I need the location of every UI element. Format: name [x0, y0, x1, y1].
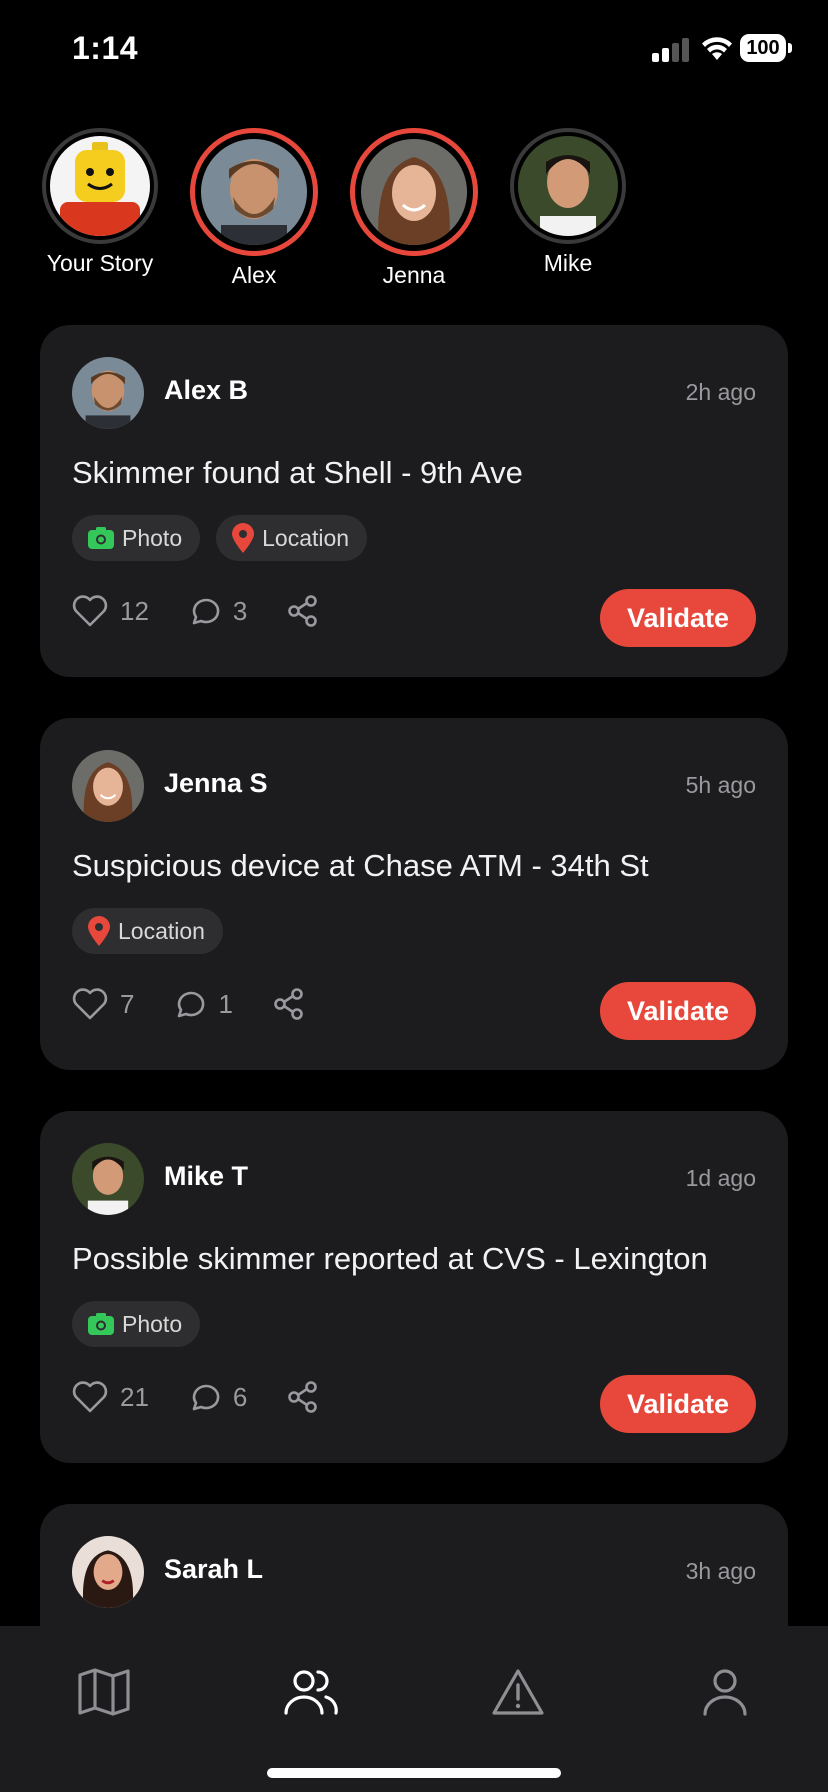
profile-icon	[703, 1669, 747, 1716]
heart-icon	[72, 1381, 108, 1413]
author-name[interactable]: Alex B	[164, 375, 248, 406]
share-icon	[274, 988, 303, 1020]
post-timestamp: 1d ago	[685, 1165, 756, 1191]
home-indicator[interactable]	[267, 1768, 561, 1778]
like-button[interactable]: 12	[72, 595, 149, 627]
location-tag[interactable]: Location	[216, 515, 368, 561]
post-timestamp: 2h ago	[685, 379, 756, 405]
photo-tag[interactable]: Photo	[72, 1301, 201, 1347]
share-icon	[288, 1381, 318, 1413]
validate-button[interactable]: Validate	[600, 982, 756, 1040]
map-icon	[78, 1668, 130, 1716]
heart-icon	[72, 595, 108, 627]
post-card[interactable]: Jenna S 5h ago Suspicious device at Chas…	[40, 718, 788, 1070]
story-jenna[interactable]: Jenna	[339, 128, 489, 289]
avatar[interactable]	[72, 1143, 144, 1215]
battery-icon: 100	[740, 34, 794, 64]
post-card[interactable]: Alex B 2h ago Skimmer found at Shell - 9…	[40, 325, 788, 677]
share-button[interactable]	[287, 595, 319, 627]
alex-avatar	[198, 136, 310, 248]
like-button[interactable]: 21	[72, 1381, 149, 1413]
battery-level: 100	[740, 34, 786, 62]
comment-count: 6	[232, 1381, 248, 1412]
story-label: Alex	[231, 262, 277, 288]
tab-alerts[interactable]	[488, 1662, 548, 1722]
story-label: Your Story	[46, 250, 154, 276]
comment-button[interactable]: 3	[189, 596, 247, 627]
story-label: Mike	[543, 250, 593, 276]
like-count: 12	[120, 595, 149, 626]
tab-community[interactable]	[281, 1662, 341, 1722]
jenna-avatar	[358, 136, 470, 248]
post-timestamp: 5h ago	[685, 772, 756, 798]
status-bar: 1:14 100	[0, 0, 828, 100]
users-icon	[284, 1670, 338, 1715]
alert-triangle-icon	[492, 1669, 544, 1715]
tab-map[interactable]	[74, 1662, 134, 1722]
like-count: 7	[120, 988, 135, 1019]
story-mike[interactable]: Mike	[493, 128, 643, 277]
like-count: 21	[120, 1381, 149, 1412]
story-alex[interactable]: Alex	[179, 128, 329, 289]
tab-profile[interactable]	[695, 1662, 755, 1722]
wifi-icon	[702, 37, 732, 60]
comment-button[interactable]: 6	[189, 1382, 247, 1413]
post-title: Skimmer found at Shell - 9th Ave	[72, 455, 523, 490]
comment-icon	[192, 1384, 220, 1411]
photo-tag[interactable]: Photo	[72, 515, 201, 561]
tag-label: Photo	[122, 524, 183, 551]
status-time: 1:14	[72, 30, 139, 66]
author-name[interactable]: Sarah L	[164, 1554, 263, 1585]
cellular-signal-icon	[652, 38, 689, 62]
story-your-story[interactable]: Your Story	[25, 128, 175, 277]
avatar[interactable]	[72, 1536, 144, 1608]
tag-label: Photo	[122, 1310, 183, 1337]
comment-count: 3	[232, 595, 248, 626]
share-icon	[288, 595, 318, 627]
comment-count: 1	[218, 988, 233, 1019]
story-label: Jenna	[382, 262, 446, 288]
avatar[interactable]	[72, 357, 144, 429]
validate-button[interactable]: Validate	[600, 589, 756, 647]
share-button[interactable]	[287, 1381, 319, 1413]
location-tag[interactable]: Location	[72, 908, 223, 954]
post-title: Suspicious device at Chase ATM - 34th St	[72, 848, 649, 883]
stories-row: Your Story Alex Jenna Mike	[0, 128, 828, 298]
post-timestamp: 3h ago	[685, 1558, 756, 1584]
heart-icon	[72, 988, 108, 1020]
comment-button[interactable]: 1	[174, 988, 233, 1020]
camera-icon	[88, 1313, 114, 1335]
share-button[interactable]	[273, 988, 305, 1020]
post-card[interactable]: Mike T 1d ago Possible skimmer reported …	[40, 1111, 788, 1463]
validate-button[interactable]: Validate	[600, 1375, 756, 1433]
location-pin-icon	[232, 523, 255, 553]
lego-avatar	[50, 136, 150, 236]
tag-label: Location	[118, 917, 205, 944]
camera-icon	[88, 527, 114, 549]
mike-avatar	[518, 136, 618, 236]
author-name[interactable]: Mike T	[164, 1161, 248, 1192]
tag-label: Location	[262, 524, 350, 551]
avatar[interactable]	[72, 750, 144, 822]
post-title: Possible skimmer reported at CVS - Lexin…	[72, 1241, 708, 1276]
like-button[interactable]: 7	[72, 988, 134, 1020]
comment-icon	[192, 598, 220, 625]
author-name[interactable]: Jenna S	[164, 768, 268, 799]
comment-icon	[178, 991, 205, 1018]
location-pin-icon	[88, 916, 110, 946]
